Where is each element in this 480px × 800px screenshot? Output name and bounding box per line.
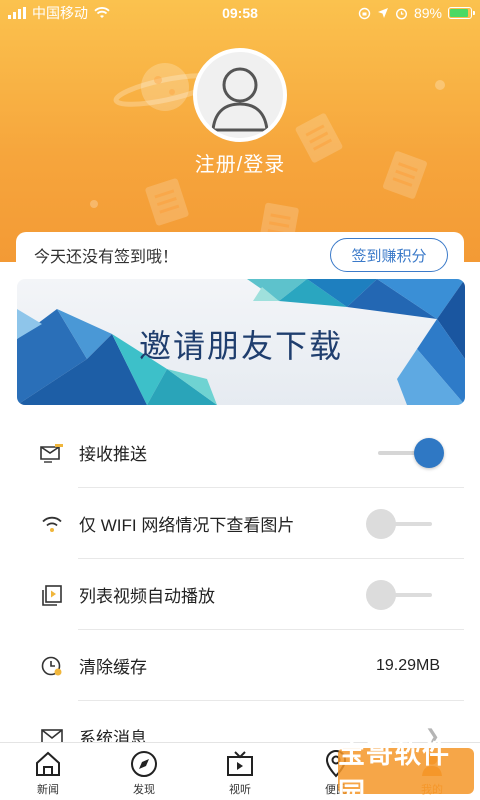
envelope-icon xyxy=(40,441,64,465)
signin-button[interactable]: 签到赚积分 xyxy=(330,238,448,272)
signin-card: 今天还没有签到哦！ 签到赚积分 xyxy=(16,232,464,278)
wifi-icon xyxy=(40,512,64,536)
nav-video[interactable]: 视听 xyxy=(192,743,288,800)
wifi-icon xyxy=(94,7,110,18)
document-decoration xyxy=(144,177,190,227)
video-play-icon xyxy=(40,583,64,607)
nav-discover[interactable]: 发现 xyxy=(96,743,192,800)
banner-title: 邀请朋友下载 xyxy=(138,327,343,365)
signin-message: 今天还没有签到哦！ xyxy=(34,249,179,266)
nav-video-label: 视听 xyxy=(229,784,251,796)
tv-icon xyxy=(225,749,255,779)
dot-decoration xyxy=(435,80,445,90)
setting-autoplay: 列表视频自动播放 xyxy=(0,559,480,630)
signal-icon xyxy=(8,7,26,19)
carrier-name: 中国移动 xyxy=(32,5,88,21)
status-bar: 中国移动 09:58 89% xyxy=(0,0,480,26)
nav-discover-label: 发现 xyxy=(133,784,155,796)
wifi-images-toggle[interactable] xyxy=(366,507,444,541)
autoplay-toggle[interactable] xyxy=(366,578,444,612)
location-arrow-icon xyxy=(377,8,388,18)
dot-decoration xyxy=(90,200,98,208)
login-link[interactable]: 注册/登录 xyxy=(0,148,480,177)
home-icon xyxy=(33,749,63,779)
cache-size: 19.29MB xyxy=(375,656,440,674)
setting-clear-cache-label: 清除缓存 xyxy=(79,658,147,677)
orientation-lock-icon xyxy=(358,7,371,19)
watermark-logo: 宝哥软件园 xyxy=(338,739,474,800)
push-toggle[interactable] xyxy=(366,436,444,470)
default-user-icon xyxy=(211,67,269,132)
setting-push-label: 接收推送 xyxy=(79,445,147,464)
profile-header: 中国移动 09:58 89% 注册/登录 xyxy=(0,0,480,262)
clock-icon xyxy=(40,654,64,678)
alarm-icon xyxy=(395,7,407,20)
setting-clear-cache[interactable]: 清除缓存 19.29MB xyxy=(0,630,480,701)
setting-autoplay-label: 列表视频自动播放 xyxy=(79,587,215,606)
battery-icon xyxy=(448,7,475,19)
setting-wifi-images-label: 仅 WIFI 网络情况下查看图片 xyxy=(79,516,295,535)
invite-banner[interactable]: 邀请朋友下载 xyxy=(17,279,465,405)
compass-icon xyxy=(129,749,159,779)
avatar[interactable] xyxy=(193,48,287,142)
settings-list: 接收推送 仅 WIFI 网络情况下查看图片 列表视频自动播放 清除缓存 19.2… xyxy=(0,417,480,772)
battery-percent: 89% xyxy=(413,5,442,21)
setting-push: 接收推送 xyxy=(0,417,480,488)
nav-news[interactable]: 新闻 xyxy=(0,743,96,800)
setting-wifi-images: 仅 WIFI 网络情况下查看图片 xyxy=(0,488,480,559)
nav-news-label: 新闻 xyxy=(37,784,59,796)
